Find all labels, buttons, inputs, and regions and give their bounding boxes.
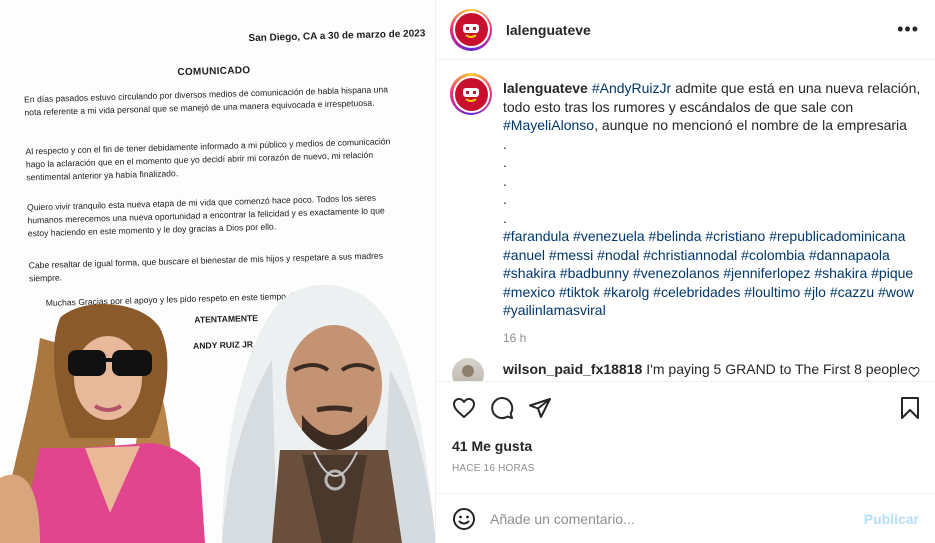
caption-dot: . xyxy=(503,191,507,207)
comment-input[interactable] xyxy=(490,506,850,532)
share-icon[interactable] xyxy=(528,396,552,425)
letter-heading: COMUNICADO xyxy=(177,65,251,79)
caption-dot: . xyxy=(503,172,507,189)
hashtag-link[interactable]: #AndyRuizJr xyxy=(592,80,671,96)
caption-text: lalenguateve #AndyRuizJr admite que está … xyxy=(503,79,923,347)
logo-icon xyxy=(463,88,479,102)
avatar[interactable] xyxy=(450,8,492,51)
actions-section: 41 Me gusta HACE 16 HORAS xyxy=(436,381,935,493)
comment-icon[interactable] xyxy=(490,396,514,425)
add-comment-bar: Publicar xyxy=(436,493,935,543)
comment-item: wilson_paid_fx18818 I'm paying 5 GRAND to… xyxy=(450,355,930,381)
comment-like-icon[interactable] xyxy=(908,365,920,381)
action-icons xyxy=(452,396,552,425)
post-panel: lalenguateve ••• lalenguateve #AndyRuizJ… xyxy=(436,0,935,543)
letter-paragraph: En días pasados estuvo circulando por di… xyxy=(23,84,389,118)
post-header: lalenguateve ••• xyxy=(436,0,935,60)
letter-date: San Diego, CA a 30 de marzo de 2023 xyxy=(248,28,426,45)
comment-text: wilson_paid_fx18818 I'm paying 5 GRAND to… xyxy=(503,361,908,377)
comments-area[interactable]: lalenguateve #AndyRuizJr admite que está … xyxy=(436,61,935,381)
caption-dot: . xyxy=(503,154,507,170)
more-horizontal-icon[interactable]: ••• xyxy=(897,20,919,38)
letter-paragraph: Al respecto y con el fin de tener debida… xyxy=(25,136,391,183)
comment-avatar[interactable] xyxy=(452,358,484,381)
caption-username[interactable]: lalenguateve xyxy=(503,80,588,96)
post-date: HACE 16 HORAS xyxy=(452,463,535,474)
header-username[interactable]: lalenguateve xyxy=(506,22,591,38)
letter-paragraph: Quiero vivir tranquilo esta nueva etapa … xyxy=(26,192,385,238)
caption-avatar[interactable] xyxy=(450,73,492,115)
heart-icon[interactable] xyxy=(452,396,476,425)
man-photo xyxy=(222,284,435,543)
emoji-icon[interactable] xyxy=(452,507,476,536)
comment-username[interactable]: wilson_paid_fx18818 xyxy=(503,361,642,377)
hashtag-link[interactable]: #MayeliAlonso xyxy=(503,117,594,133)
comment-body: I'm paying 5 GRAND to The First 8 people xyxy=(646,361,908,377)
user-photo-icon xyxy=(462,365,474,377)
caption-dot: . xyxy=(503,135,507,152)
caption-time[interactable]: 16 h xyxy=(503,329,923,348)
woman-photo xyxy=(0,304,205,543)
likes-count[interactable]: 41 Me gusta xyxy=(452,438,532,454)
logo-icon xyxy=(463,23,479,38)
bookmark-icon[interactable] xyxy=(899,396,921,425)
caption-sentence: , aunque no mencionó el nombre de la emp… xyxy=(594,117,907,133)
post-image: San Diego, CA a 30 de marzo de 2023 COMU… xyxy=(0,0,436,543)
post-comment-button[interactable]: Publicar xyxy=(864,511,919,527)
hashtags[interactable]: #farandula #venezuela #belinda #cristian… xyxy=(503,228,914,318)
caption-dot: . xyxy=(503,209,507,226)
statement-letter: San Diego, CA a 30 de marzo de 2023 COMU… xyxy=(8,16,428,351)
